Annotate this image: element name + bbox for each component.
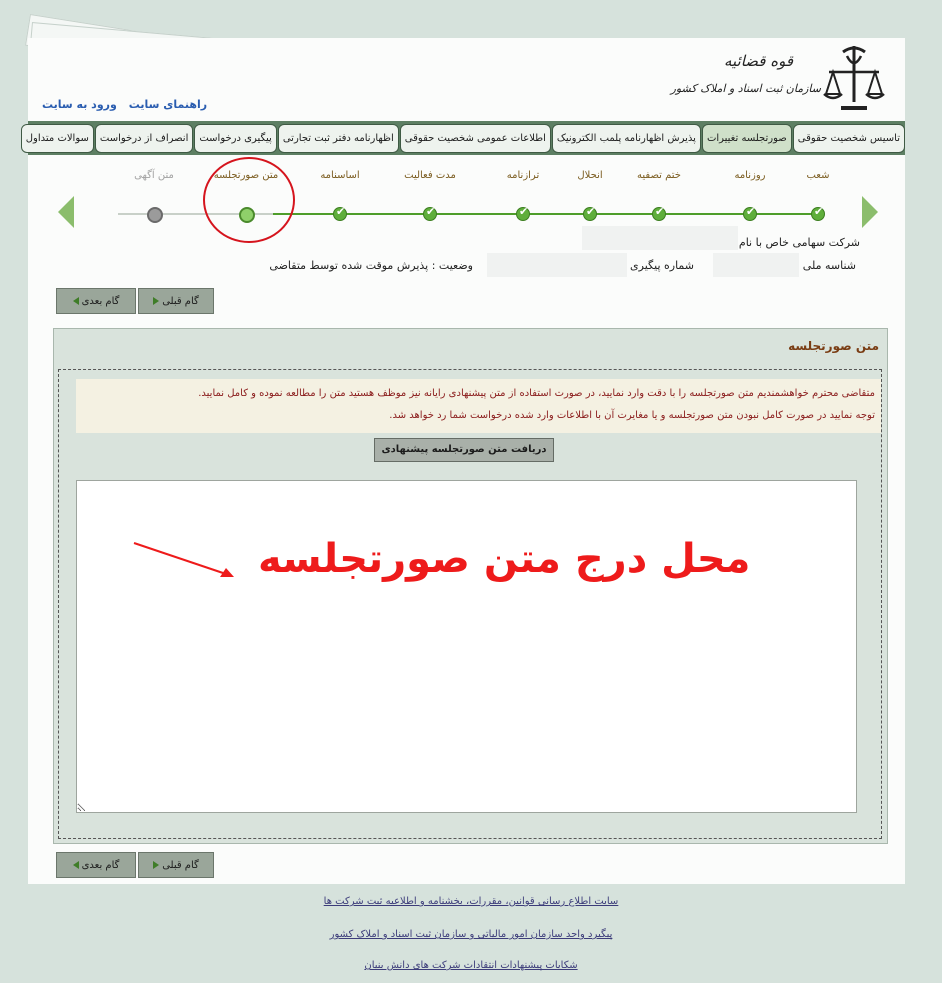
next-step-label: گام بعدی xyxy=(81,859,120,871)
annotation-caption: محل درج متن صورتجلسه xyxy=(258,536,751,582)
step-check-icon xyxy=(333,205,347,221)
company-name-label: شرکت سهامی خاص با نام xyxy=(738,236,860,249)
step-articles-of-association[interactable]: اساسنامه xyxy=(300,170,380,221)
arrow-right-icon xyxy=(153,861,160,869)
step-branches[interactable]: شعب xyxy=(778,170,858,221)
redacted-national-id xyxy=(713,253,799,277)
step-newspaper[interactable]: روزنامه xyxy=(710,170,790,221)
progress-stepper: شعب روزنامه ختم تصفیه انحلال ترازنامه مد… xyxy=(58,170,878,230)
step-label: ختم تصفیه xyxy=(637,170,681,181)
step-activity-duration[interactable]: مدت فعالیت xyxy=(390,170,470,221)
step-label: مدت فعالیت xyxy=(404,170,456,181)
arrow-left-icon xyxy=(72,861,79,869)
tracking-number-label: شماره پیگیری : xyxy=(622,259,694,272)
panel-title: متن صورتجلسه xyxy=(788,339,879,353)
stepper-right-arrow-icon[interactable] xyxy=(862,196,878,228)
step-balance-sheet[interactable]: ترازنامه xyxy=(483,170,563,221)
next-step-label: گام بعدی xyxy=(81,295,120,307)
site-guide-link[interactable]: راهنمای سایت xyxy=(129,98,207,111)
status-text: وضعیت : پذیرش موقت شده توسط متقاضی xyxy=(269,259,473,272)
prev-step-label: گام قبلی xyxy=(162,859,199,871)
redacted-company-name xyxy=(582,226,738,250)
next-step-button-top[interactable]: گام بعدی xyxy=(56,288,136,314)
arrow-left-icon xyxy=(72,297,79,305)
national-id-label: شناسه ملی : xyxy=(795,259,856,272)
step-check-icon xyxy=(743,205,757,221)
org-name-line1: قوه قضائیه xyxy=(723,52,793,70)
step-check-icon xyxy=(811,205,825,221)
step-check-icon xyxy=(516,205,530,221)
tab-faq[interactable]: سوالات متداول xyxy=(20,124,94,153)
annotation-circle xyxy=(203,157,295,243)
tab-electronic-seal-declaration[interactable]: پذیرش اظهارنامه پلمب الکترونیک xyxy=(551,124,701,153)
redacted-tracking-number xyxy=(487,253,627,277)
footer-link-tax-registration[interactable]: پیگیرد واحد سازمان امور مالیاتی و سازمان… xyxy=(0,929,942,940)
annotation-arrow-icon xyxy=(133,542,234,577)
step-label: ترازنامه xyxy=(506,170,540,181)
tab-cancel-request[interactable]: انصراف از درخواست xyxy=(94,124,194,153)
tab-change-minutes[interactable]: صورتجلسه تغییرات xyxy=(701,124,792,153)
step-label: شعب xyxy=(806,170,830,181)
step-label: متن آگهی xyxy=(134,170,174,181)
prev-step-label: گام قبلی xyxy=(162,295,199,307)
site-header: قوه قضائیه سازمان ثبت اسناد و املاک کشور… xyxy=(28,38,905,118)
org-logo: قوه قضائیه سازمان ثبت اسناد و املاک کشور xyxy=(671,42,885,114)
tab-legal-entity-public-info[interactable]: اطلاعات عمومی شخصیت حقوقی xyxy=(399,124,551,153)
tab-establish-legal-entity[interactable]: تاسیس شخصیت حقوقی xyxy=(792,124,905,153)
tab-request-tracking[interactable]: پیگیری درخواست xyxy=(194,124,277,153)
prev-step-button-top[interactable]: گام قبلی xyxy=(138,288,214,314)
next-step-button-bottom[interactable]: گام بعدی xyxy=(56,852,136,878)
footer-link-complaints[interactable]: شکایات پیشنهادات انتقادات شرکت های دانش … xyxy=(0,960,942,971)
main-nav: تاسیس شخصیت حقوقی صورتجلسه تغییرات پذیرش… xyxy=(20,121,905,155)
minutes-text-panel: متن صورتجلسه متقاضی محترم خواهشمندیم متن… xyxy=(53,328,888,844)
fetch-suggested-minutes-button[interactable]: دریافت متن صورتجلسه پیشنهادی xyxy=(374,438,554,462)
step-check-icon xyxy=(423,205,437,221)
step-advertisement-text[interactable]: متن آگهی xyxy=(114,170,194,223)
notice-box: متقاضی محترم خواهشمندیم متن صورتجلسه را … xyxy=(76,379,881,433)
step-pending-dot-icon xyxy=(147,207,163,223)
stepper-left-arrow-icon[interactable] xyxy=(58,196,74,228)
minutes-text-area[interactable] xyxy=(76,480,857,813)
step-check-icon xyxy=(652,205,666,221)
judiciary-emblem-icon xyxy=(823,46,885,110)
footer-link-laws[interactable]: سایت اطلاع رسانی قوانین، مقررات، بخشنامه… xyxy=(0,896,942,907)
step-label: روزنامه xyxy=(734,170,766,181)
top-links: راهنمای سایت ورود به سایت xyxy=(34,98,207,111)
step-end-liquidation[interactable]: ختم تصفیه xyxy=(619,170,699,221)
arrow-right-icon xyxy=(153,297,160,305)
org-name-line2: سازمان ثبت اسناد و املاک کشور xyxy=(670,82,821,95)
prev-step-button-bottom[interactable]: گام قبلی xyxy=(138,852,214,878)
notice-line-2: توجه نمایید در صورت کامل نبودن متن صورتج… xyxy=(389,410,875,421)
notice-line-1: متقاضی محترم خواهشمندیم متن صورتجلسه را … xyxy=(198,388,875,399)
step-check-icon xyxy=(583,205,597,221)
login-link[interactable]: ورود به سایت xyxy=(42,98,117,111)
step-label: اساسنامه xyxy=(320,170,360,181)
tab-commercial-register-declaration[interactable]: اظهارنامه دفتر ثبت تجارتی xyxy=(277,124,399,153)
